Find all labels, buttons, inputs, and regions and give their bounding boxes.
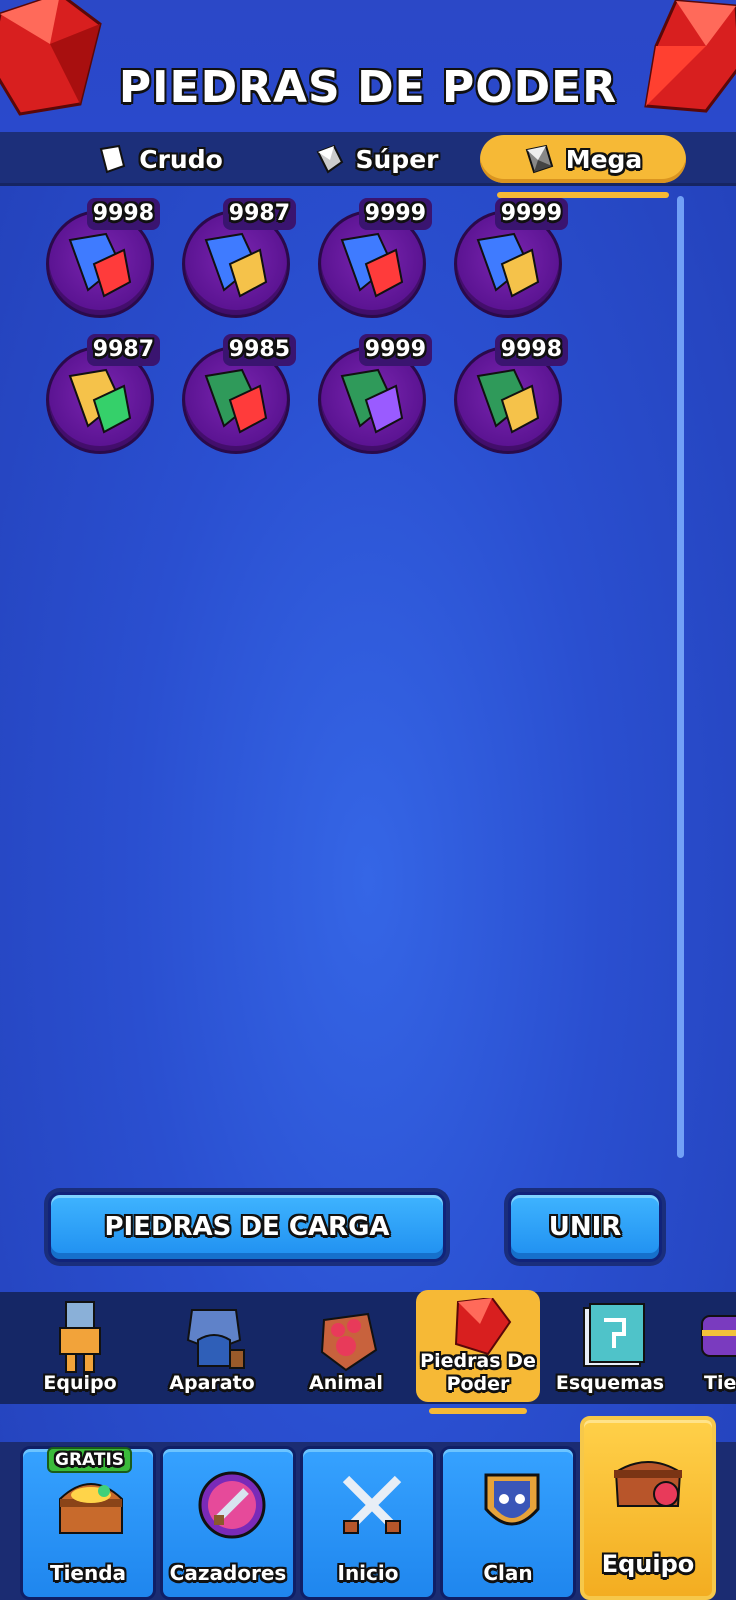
gear-armor-icon — [186, 1309, 245, 1369]
stone-tier-tabs: Crudo Súper Mega — [0, 132, 736, 186]
stone-count: 9999 — [358, 334, 432, 366]
paw-glove-icon — [320, 1312, 378, 1372]
category-label: Tie Espe — [704, 1372, 736, 1394]
tab-super[interactable]: Súper — [296, 135, 456, 183]
header: PIEDRAS DE PODER — [0, 0, 736, 132]
category-piedras-de-poder[interactable]: Piedras De Poder — [416, 1290, 540, 1402]
category-label: Esquemas — [555, 1372, 665, 1394]
stone-count: 9999 — [494, 198, 568, 230]
nav-equipo[interactable]: Equipo — [580, 1416, 716, 1600]
power-stone-item[interactable]: 9999 — [452, 198, 568, 318]
stone-count: 9987 — [222, 198, 296, 230]
power-stone-item[interactable]: 9998 — [44, 198, 160, 318]
nav-cazadores[interactable]: Cazadores — [160, 1446, 296, 1600]
equipment-category-bar: Equipo Aparato Animal Piedras De Poder E… — [0, 1290, 736, 1404]
chest-icon — [701, 1315, 736, 1357]
power-stone-item[interactable]: 9987 — [180, 198, 296, 318]
power-stone-item[interactable]: 9999 — [316, 198, 432, 318]
tab-crudo[interactable]: Crudo — [80, 135, 240, 183]
category-label: Animal — [309, 1372, 383, 1394]
tab-label: Crudo — [139, 144, 223, 174]
nav-label: Clan — [483, 1561, 533, 1585]
category-animal[interactable]: Animal — [284, 1292, 408, 1404]
super-stone-icon — [316, 144, 343, 174]
power-stone-gem-icon — [476, 232, 540, 298]
tab-mega[interactable]: Mega — [480, 135, 686, 183]
category-equipo[interactable]: Equipo — [18, 1292, 142, 1404]
tab-label: Súper — [355, 144, 439, 174]
category-aparato[interactable]: Aparato — [150, 1292, 274, 1404]
active-category-indicator — [429, 1408, 527, 1414]
power-stone-item[interactable]: 9985 — [180, 334, 296, 454]
free-badge: GRATIS — [47, 1447, 133, 1473]
power-stone-gem-icon — [476, 368, 540, 434]
nav-label: Inicio — [337, 1561, 399, 1585]
category-esquemas[interactable]: Esquemas — [548, 1292, 672, 1404]
power-stone-gem-icon — [204, 232, 268, 298]
power-stone-item[interactable]: 9999 — [316, 334, 432, 454]
charge-stones-label: PIEDRAS DE CARGA — [48, 1192, 446, 1262]
scrollbar[interactable] — [677, 196, 684, 1158]
charge-stones-button[interactable]: PIEDRAS DE CARGA — [44, 1188, 450, 1266]
treasure-chest-icon — [59, 1483, 123, 1534]
power-stone-gem-icon — [340, 232, 404, 298]
clan-shield-icon — [484, 1473, 540, 1526]
category-label: Piedras De Poder — [420, 1350, 536, 1395]
nav-label: Equipo — [601, 1550, 695, 1578]
stone-count: 9987 — [86, 334, 160, 366]
category-label: Aparato — [169, 1372, 255, 1394]
nav-clan[interactable]: Clan — [440, 1446, 576, 1600]
nav-label: Cazadores — [169, 1561, 287, 1585]
merge-label: UNIR — [508, 1192, 662, 1262]
power-stone-item[interactable]: 9998 — [452, 334, 568, 454]
tab-label: Mega — [565, 144, 643, 174]
stone-count: 9998 — [86, 198, 160, 230]
hunter-portrait-icon — [198, 1471, 266, 1539]
bottom-navigation: GRATIS Tienda Cazadores Inicio Clan Equi… — [0, 1416, 736, 1600]
category-label: Equipo — [43, 1372, 117, 1394]
nav-tienda[interactable]: GRATIS Tienda — [20, 1446, 156, 1600]
power-stone-gem-icon — [68, 368, 132, 434]
page-title: PIEDRAS DE PODER — [118, 62, 618, 113]
raw-stone-icon — [99, 144, 126, 174]
power-stone-gem-icon — [340, 368, 404, 434]
red-gem-icon — [454, 1298, 512, 1356]
mega-stone-icon — [525, 144, 553, 174]
stone-count: 9999 — [358, 198, 432, 230]
armor-icon — [59, 1301, 101, 1373]
nav-label: Tienda — [49, 1561, 127, 1585]
backpack-icon — [614, 1461, 682, 1507]
power-stone-item[interactable]: 9987 — [44, 334, 160, 454]
stone-count: 9998 — [494, 334, 568, 366]
blueprint-icon — [583, 1303, 645, 1367]
stone-count: 9985 — [222, 334, 296, 366]
nav-inicio[interactable]: Inicio — [300, 1446, 436, 1600]
category-tie-espe[interactable]: Tie Espe — [678, 1292, 736, 1404]
power-stone-gem-icon — [204, 368, 268, 434]
power-stone-gem-icon — [68, 232, 132, 298]
crossed-swords-icon — [342, 1475, 402, 1534]
merge-button[interactable]: UNIR — [504, 1188, 666, 1266]
